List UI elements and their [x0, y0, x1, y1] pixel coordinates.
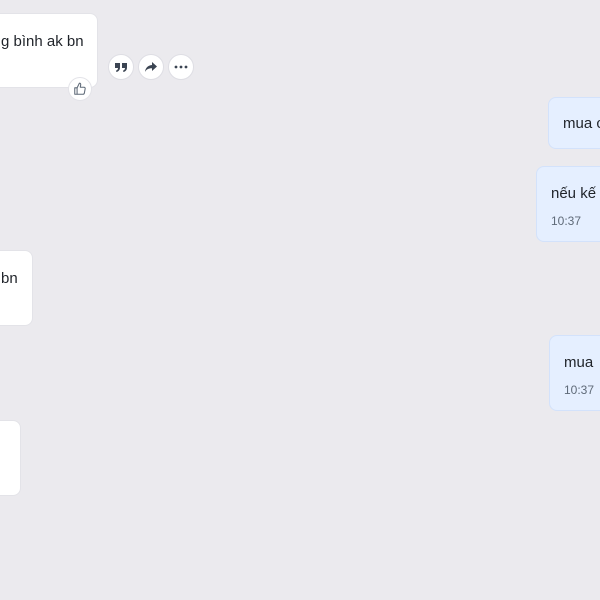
forward-button[interactable]	[138, 54, 164, 80]
more-options-icon	[174, 65, 188, 69]
quote-icon	[114, 61, 128, 73]
message-text: g bình ak bn	[1, 33, 84, 50]
outgoing-message-bubble[interactable]: mua c	[548, 97, 600, 149]
thumbs-up-icon[interactable]	[68, 77, 92, 101]
more-options-button[interactable]	[168, 54, 194, 80]
quote-button[interactable]	[108, 54, 134, 80]
message-timestamp: 10:37	[564, 383, 595, 397]
message-text: mua c	[563, 115, 600, 132]
outgoing-message-bubble[interactable]: mua 10:37	[549, 335, 600, 411]
outgoing-message-bubble[interactable]: nếu kế 10:37	[536, 166, 600, 242]
message-text: mua	[564, 354, 594, 371]
message-text: bn	[1, 270, 18, 287]
incoming-message-bubble[interactable]: bn	[0, 250, 33, 326]
message-text: nếu kế	[551, 185, 597, 202]
incoming-message-bubble[interactable]	[0, 420, 21, 496]
share-icon	[144, 61, 158, 73]
message-timestamp: 10:37	[551, 214, 582, 228]
